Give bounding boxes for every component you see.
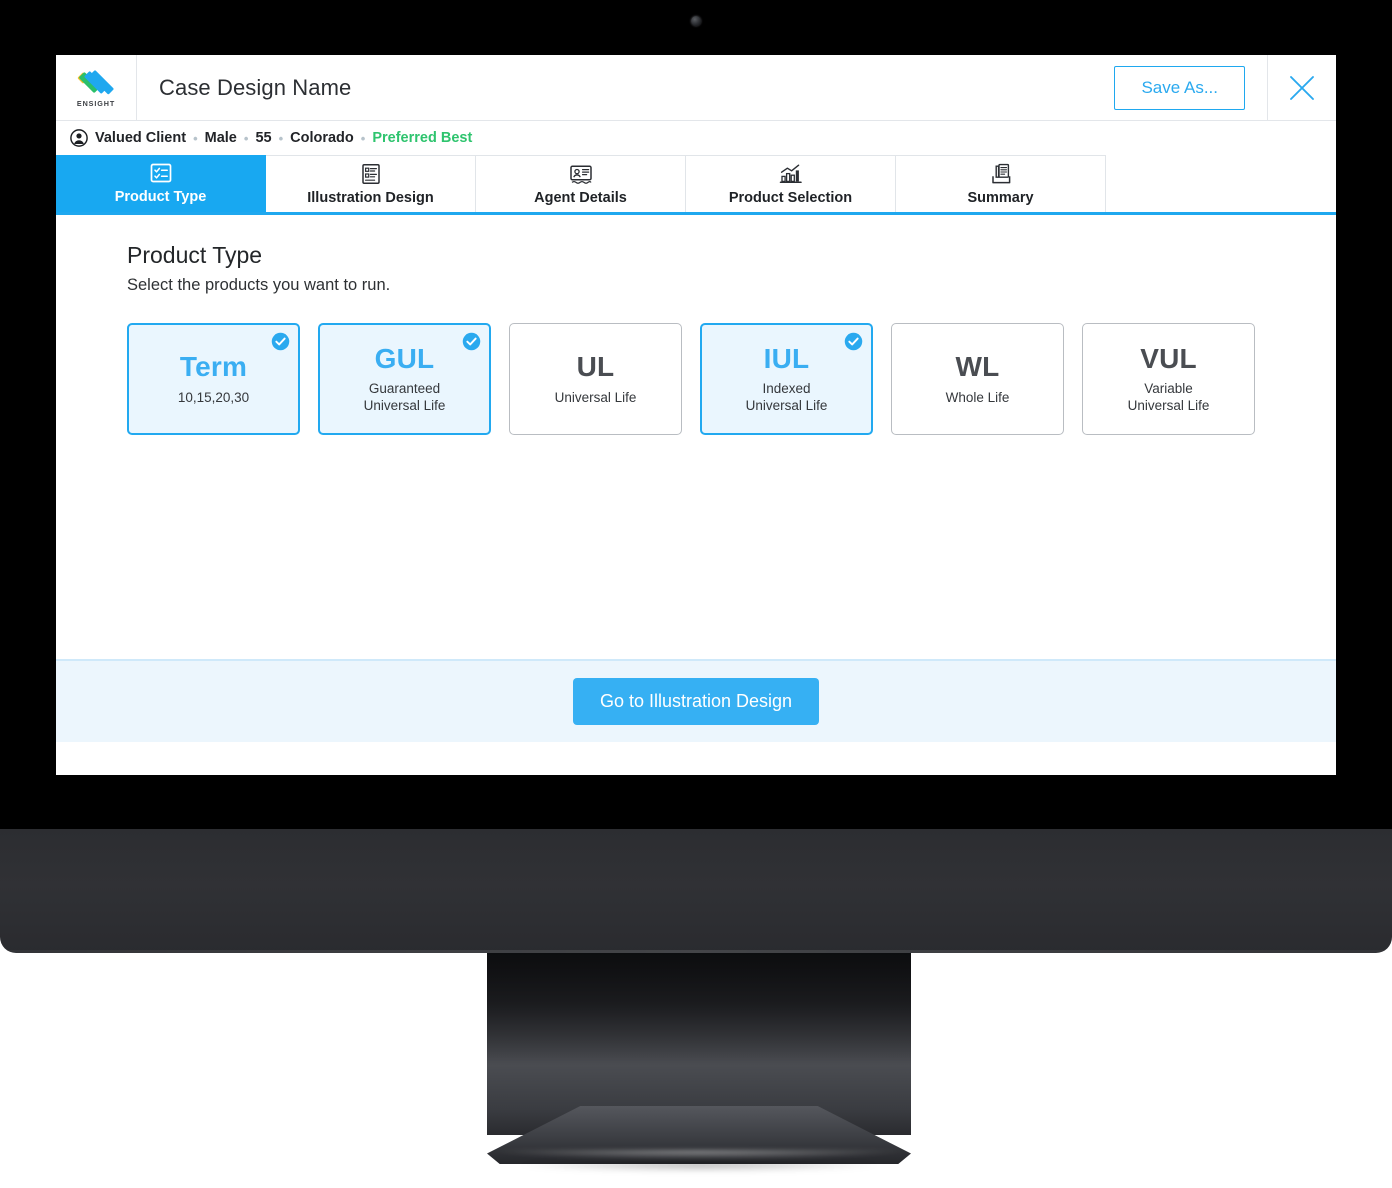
tab-label: Summary	[967, 189, 1034, 206]
wizard-tabbar: Product Type Illustration Design Agent D…	[56, 155, 1336, 215]
product-card-gul[interactable]: GUL Guaranteed Universal Life	[318, 323, 491, 435]
webcam-icon	[691, 16, 701, 26]
client-separator: •	[278, 130, 284, 146]
checklist-icon	[150, 162, 172, 184]
documents-tray-icon	[988, 163, 1014, 185]
screenshot-stage: ENSIGHT Case Design Name Save As... Valu	[0, 0, 1392, 1188]
check-circle-icon	[844, 332, 863, 351]
tab-summary[interactable]: Summary	[896, 155, 1106, 212]
product-card-wl[interactable]: WL Whole Life	[891, 323, 1064, 435]
product-card-list: Term 10,15,20,30 GUL Guaranteed Universa…	[127, 323, 1336, 435]
brand-wordmark: ENSIGHT	[76, 99, 116, 108]
save-as-button[interactable]: Save As...	[1114, 65, 1245, 110]
client-name: Valued Client	[95, 130, 187, 146]
product-code: VUL	[1140, 342, 1197, 374]
product-card-vul[interactable]: VUL Variable Universal Life	[1082, 323, 1255, 435]
tab-agent-details[interactable]: Agent Details	[476, 155, 686, 212]
product-desc: Whole Life	[945, 389, 1010, 405]
product-code: WL	[955, 351, 1000, 383]
ensight-chevron-logo-icon	[77, 70, 114, 95]
check-circle-icon	[462, 332, 481, 351]
monitor-stand-shadow	[520, 1158, 878, 1172]
product-code: Term	[179, 351, 248, 383]
tab-product-selection[interactable]: Product Selection	[686, 155, 896, 212]
bar-chart-icon	[778, 163, 804, 185]
product-code: IUL	[763, 342, 810, 374]
client-age: 55	[255, 130, 272, 146]
page-title: Product Type	[127, 242, 263, 268]
go-to-illustration-design-button[interactable]: Go to Illustration Design	[572, 678, 820, 725]
user-avatar-icon	[70, 129, 88, 147]
tab-label: Agent Details	[534, 189, 627, 206]
brand-logo: ENSIGHT	[56, 55, 137, 120]
app-screen: ENSIGHT Case Design Name Save As... Valu	[56, 55, 1336, 775]
app-footer: Go to Illustration Design	[56, 659, 1336, 742]
close-icon	[1290, 75, 1314, 100]
product-desc: Universal Life	[554, 389, 637, 405]
product-card-term[interactable]: Term 10,15,20,30	[127, 323, 300, 435]
tab-label: Illustration Design	[307, 189, 434, 206]
id-card-icon	[569, 163, 593, 185]
tab-label: Product Selection	[728, 189, 853, 206]
tab-product-type[interactable]: Product Type	[56, 155, 266, 212]
product-desc: 10,15,20,30	[177, 389, 250, 405]
client-risk-class: Preferred Best	[372, 130, 473, 146]
client-summary-bar: Valued Client • Male • 55 • Colorado • P…	[56, 121, 1336, 155]
product-code: UL	[576, 351, 615, 383]
client-separator: •	[360, 130, 366, 146]
case-design-name: Case Design Name	[159, 74, 352, 100]
tab-label: Product Type	[114, 189, 207, 205]
form-list-icon	[360, 163, 382, 185]
client-separator: •	[243, 130, 249, 146]
monitor-chin	[0, 829, 1392, 953]
product-code: GUL	[374, 342, 435, 374]
save-as-cell: Save As...	[1106, 55, 1267, 120]
product-desc: Guaranteed Universal Life	[363, 380, 446, 414]
product-card-iul[interactable]: IUL Indexed Universal Life	[700, 323, 873, 435]
app-header: ENSIGHT Case Design Name Save As...	[56, 55, 1336, 121]
case-title-cell: Case Design Name	[137, 55, 1106, 120]
client-state: Colorado	[290, 130, 354, 146]
client-separator: •	[193, 130, 198, 146]
page-subtitle: Select the products you want to run.	[127, 276, 391, 294]
main-content: Product Type Select the products you wan…	[56, 215, 1336, 659]
tab-illustration-design[interactable]: Illustration Design	[266, 155, 476, 212]
product-card-ul[interactable]: UL Universal Life	[509, 323, 682, 435]
product-desc: Indexed Universal Life	[745, 380, 828, 414]
product-desc: Variable Universal Life	[1127, 380, 1210, 414]
client-gender: Male	[204, 130, 237, 146]
close-button[interactable]	[1267, 55, 1336, 120]
check-circle-icon	[271, 332, 290, 351]
